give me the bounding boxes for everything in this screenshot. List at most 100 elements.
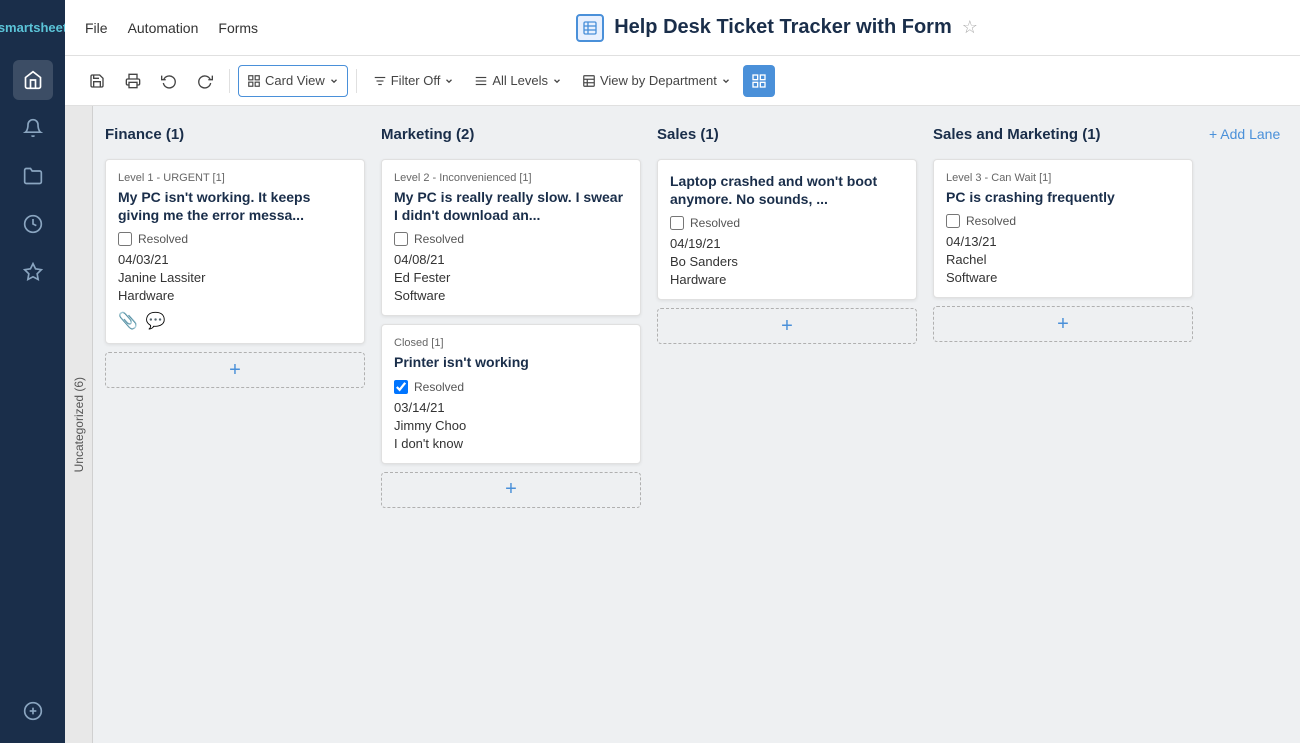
uncategorized-column: Uncategorized (6)	[65, 106, 93, 743]
card-level: Level 1 - URGENT [1]	[118, 172, 352, 184]
print-button[interactable]	[117, 65, 149, 97]
add-card-sales[interactable]: +	[657, 308, 917, 344]
resolved-label: Resolved	[690, 216, 740, 230]
card-marketing-2: Closed [1] Printer isn't working Resolve…	[381, 324, 641, 463]
lane-header-sales-marketing: Sales and Marketing (1)	[933, 122, 1193, 151]
resolved-checkbox[interactable]	[394, 232, 408, 246]
uncategorized-label: Uncategorized (6)	[72, 377, 86, 472]
card-date: 04/08/21	[394, 252, 628, 267]
card-resolved-row: Resolved	[118, 232, 352, 246]
toolbar: Card View Filter Off All Levels View by …	[65, 56, 1300, 106]
lane-cards-marketing: Level 2 - Inconvenienced [1] My PC is re…	[381, 159, 641, 464]
sidebar-clock[interactable]	[13, 204, 53, 244]
card-title: My PC is really really slow. I swear I d…	[394, 188, 628, 224]
logo-sheet: sheet	[33, 20, 67, 35]
page-title: Help Desk Ticket Tracker with Form	[614, 16, 952, 39]
card-person: Jimmy Choo	[394, 418, 628, 433]
card-finance-1: Level 1 - URGENT [1] My PC isn't working…	[105, 159, 365, 344]
card-level: Closed [1]	[394, 337, 628, 349]
lane-header-marketing: Marketing (2)	[381, 122, 641, 151]
card-title: PC is crashing frequently	[946, 188, 1180, 206]
card-resolved-row: Resolved	[670, 216, 904, 230]
lane-header-sales: Sales (1)	[657, 122, 917, 151]
card-view-button[interactable]: Card View	[238, 65, 348, 97]
card-level: Level 2 - Inconvenienced [1]	[394, 172, 628, 184]
main-content: File Automation Forms Help Desk Ticket T…	[65, 0, 1300, 743]
card-title: My PC isn't working. It keeps giving me …	[118, 188, 352, 224]
resolved-checkbox[interactable]	[118, 232, 132, 246]
card-resolved-row: Resolved	[394, 380, 628, 394]
lane-cards-sales-marketing: Level 3 - Can Wait [1] PC is crashing fr…	[933, 159, 1193, 298]
card-person: Janine Lassiter	[118, 270, 352, 285]
group-label: View by Department	[600, 73, 717, 88]
menu-forms[interactable]: Forms	[218, 16, 258, 40]
card-category: I don't know	[394, 436, 628, 451]
logo-smart: smart	[0, 20, 33, 35]
card-category: Software	[946, 270, 1180, 285]
lane-cards-finance: Level 1 - URGENT [1] My PC isn't working…	[105, 159, 365, 344]
header: File Automation Forms Help Desk Ticket T…	[65, 0, 1300, 56]
add-lane-button[interactable]: + Add Lane	[1209, 126, 1280, 142]
card-person: Bo Sanders	[670, 254, 904, 269]
toolbar-divider-1	[229, 69, 230, 93]
card-category: Software	[394, 288, 628, 303]
card-category: Hardware	[118, 288, 352, 303]
card-resolved-row: Resolved	[946, 214, 1180, 228]
card-title: Printer isn't working	[394, 353, 628, 371]
lanes-container: Finance (1) Level 1 - URGENT [1] My PC i…	[93, 106, 1300, 743]
resolved-label: Resolved	[138, 232, 188, 246]
card-level: Level 3 - Can Wait [1]	[946, 172, 1180, 184]
card-date: 04/19/21	[670, 236, 904, 251]
sidebar-add[interactable]	[13, 691, 53, 731]
resolved-checkbox[interactable]	[946, 214, 960, 228]
redo-button[interactable]	[189, 65, 221, 97]
add-card-sales-marketing[interactable]: +	[933, 306, 1193, 342]
lane-marketing: Marketing (2) Level 2 - Inconvenienced […	[381, 122, 641, 727]
card-sales-marketing-1: Level 3 - Can Wait [1] PC is crashing fr…	[933, 159, 1193, 298]
grid-view-button[interactable]	[743, 65, 775, 97]
lane-cards-sales: Laptop crashed and won't boot anymore. N…	[657, 159, 917, 300]
favorite-star-icon[interactable]: ☆	[962, 17, 978, 38]
save-button[interactable]	[81, 65, 113, 97]
resolved-label: Resolved	[966, 214, 1016, 228]
group-button[interactable]: View by Department	[574, 65, 739, 97]
lane-sales-marketing: Sales and Marketing (1) Level 3 - Can Wa…	[933, 122, 1193, 727]
menu-file[interactable]: File	[85, 16, 108, 40]
lane-sales: Sales (1) Laptop crashed and won't boot …	[657, 122, 917, 727]
sidebar: smartsheet	[0, 0, 65, 743]
sidebar-star[interactable]	[13, 252, 53, 292]
toolbar-divider-2	[356, 69, 357, 93]
card-date: 04/03/21	[118, 252, 352, 267]
add-lane-area: + Add Lane	[1209, 122, 1280, 727]
sidebar-bell[interactable]	[13, 108, 53, 148]
resolved-checkbox[interactable]	[670, 216, 684, 230]
card-resolved-row: Resolved	[394, 232, 628, 246]
levels-button[interactable]: All Levels	[466, 65, 570, 97]
card-icons: 📎 💬	[118, 311, 352, 331]
filter-label: Filter Off	[391, 73, 441, 88]
card-date: 03/14/21	[394, 400, 628, 415]
add-card-marketing[interactable]: +	[381, 472, 641, 508]
card-marketing-1: Level 2 - Inconvenienced [1] My PC is re…	[381, 159, 641, 316]
sheet-icon	[576, 14, 604, 42]
filter-button[interactable]: Filter Off	[365, 65, 463, 97]
logo: smartsheet	[0, 12, 73, 52]
card-date: 04/13/21	[946, 234, 1180, 249]
card-view-label: Card View	[265, 73, 325, 88]
comment-icon[interactable]: 💬	[146, 311, 166, 331]
header-menu: File Automation Forms	[85, 16, 258, 40]
undo-button[interactable]	[153, 65, 185, 97]
sidebar-home[interactable]	[13, 60, 53, 100]
sidebar-folder[interactable]	[13, 156, 53, 196]
card-person: Ed Fester	[394, 270, 628, 285]
lane-header-finance: Finance (1)	[105, 122, 365, 151]
resolved-label: Resolved	[414, 232, 464, 246]
card-category: Hardware	[670, 272, 904, 287]
lane-finance: Finance (1) Level 1 - URGENT [1] My PC i…	[105, 122, 365, 727]
add-card-finance[interactable]: +	[105, 352, 365, 388]
board-area: Uncategorized (6) Finance (1) Level 1 - …	[65, 106, 1300, 743]
attachment-icon[interactable]: 📎	[118, 311, 138, 331]
card-title: Laptop crashed and won't boot anymore. N…	[670, 172, 904, 208]
menu-automation[interactable]: Automation	[128, 16, 199, 40]
resolved-checkbox[interactable]	[394, 380, 408, 394]
